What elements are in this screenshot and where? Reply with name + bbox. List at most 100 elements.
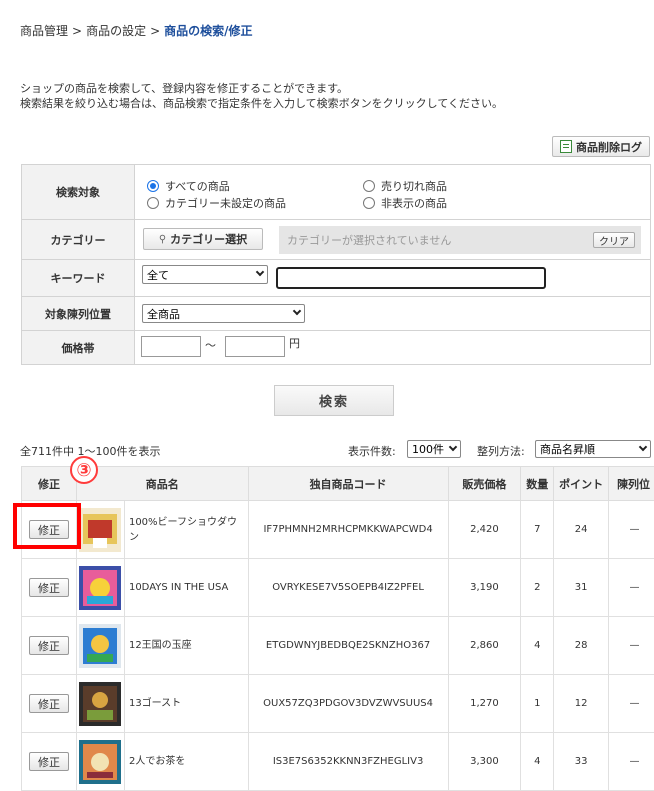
header-product-code[interactable]: 独自商品コード <box>248 467 448 501</box>
keyword-scope-value: 全て <box>147 267 169 283</box>
category-label: カテゴリー <box>22 220 135 260</box>
product-points: 33 <box>554 733 609 791</box>
product-code: OUX57ZQ3PDGOV3DVZWVSUUS4 <box>248 675 448 733</box>
edit-button[interactable]: 修正 <box>29 578 69 597</box>
header-display-position[interactable]: 陳列位 <box>609 467 654 501</box>
product-name[interactable]: 13ゴースト <box>124 675 248 733</box>
table-row: 修正 12王国の玉座 ETGDWNYJBEDBQE2SKNZHO367 2,86… <box>22 617 654 675</box>
table-row: 修正 100%ビーフショウダウン IF7PHMNH2MRHCPMKKWAPCWD… <box>22 501 654 559</box>
product-quantity: 7 <box>521 501 554 559</box>
header-quantity[interactable]: 数量 <box>521 467 554 501</box>
results-header-row: 修正 商品名 独自商品コード 販売価格 数量 ポイント 陳列位 <box>22 467 654 501</box>
log-icon <box>560 140 572 153</box>
display-count-select[interactable]: 100件 <box>407 440 461 458</box>
table-row: 修正 10DAYS IN THE USA OVRYKESE7V5SOEPB4IZ… <box>22 559 654 617</box>
product-thumbnail[interactable] <box>79 508 121 552</box>
keyword-input[interactable] <box>276 267 546 289</box>
delete-log-label: 商品削除ログ <box>576 139 642 155</box>
search-target-label: 検索対象 <box>22 165 135 220</box>
product-points: 12 <box>554 675 609 733</box>
product-code: OVRYKESE7V5SOEPB4IZ2PFEL <box>248 559 448 617</box>
product-thumbnail[interactable] <box>79 566 121 610</box>
product-thumbnail[interactable] <box>79 624 121 668</box>
radio-uncategorized[interactable]: カテゴリー未設定の商品 <box>147 195 286 211</box>
results-table: 修正 商品名 独自商品コード 販売価格 数量 ポイント 陳列位 修正 100%ビ… <box>21 466 654 791</box>
product-name[interactable]: 10DAYS IN THE USA <box>124 559 248 617</box>
price-range-label: 価格帯 <box>22 331 135 365</box>
radio-dot[interactable] <box>363 180 375 192</box>
chevron-down-icon <box>293 307 301 315</box>
display-position-value: — <box>609 733 654 791</box>
radio-all-products[interactable]: すべての商品 <box>147 178 230 194</box>
price-min-input[interactable] <box>141 336 201 357</box>
edit-button[interactable]: 修正 <box>29 636 69 655</box>
product-name[interactable]: 2人でお茶を <box>124 733 248 791</box>
product-points: 28 <box>554 617 609 675</box>
edit-button[interactable]: 修正 <box>29 752 69 771</box>
header-edit: 修正 <box>22 467 77 501</box>
radio-sold-out[interactable]: 売り切れ商品 <box>363 178 447 194</box>
category-icon: ⚲ <box>159 234 166 245</box>
radio-dot[interactable] <box>147 180 159 192</box>
product-code: IS3E7S6352KKNN3FZHEGLIV3 <box>248 733 448 791</box>
header-price[interactable]: 販売価格 <box>448 467 521 501</box>
category-clear-button[interactable]: クリア <box>593 232 635 248</box>
radio-dot[interactable] <box>147 197 159 209</box>
display-position-value: — <box>609 617 654 675</box>
product-thumbnail[interactable] <box>79 682 121 726</box>
keyword-scope-select[interactable]: 全て <box>142 265 268 284</box>
description-line-2: 検索結果を絞り込む場合は、商品検索で指定条件を入力して検索ボタンをクリックしてく… <box>20 96 503 111</box>
product-code: ETGDWNYJBEDBQE2SKNZHO367 <box>248 617 448 675</box>
product-points: 24 <box>554 501 609 559</box>
chevron-down-icon <box>639 443 647 451</box>
edit-button[interactable]: 修正 <box>29 694 69 713</box>
table-row: 修正 2人でお茶を IS3E7S6352KKNN3FZHEGLIV3 3,300… <box>22 733 654 791</box>
step-number-badge: ③ <box>70 456 98 484</box>
chevron-down-icon <box>449 443 457 451</box>
search-target-radios: すべての商品 売り切れ商品 カテゴリー未設定の商品 非表示の商品 <box>135 165 650 219</box>
display-position-value: — <box>609 675 654 733</box>
breadcrumb-item-product-management[interactable]: 商品管理 <box>20 24 68 38</box>
search-button[interactable]: 検索 <box>274 385 394 416</box>
product-price: 3,300 <box>448 733 521 791</box>
radio-dot[interactable] <box>363 197 375 209</box>
radio-label: すべての商品 <box>165 178 230 194</box>
radio-label: 非表示の商品 <box>381 195 447 211</box>
header-product-name[interactable]: 商品名 <box>76 467 248 501</box>
price-unit: 円 <box>289 335 300 351</box>
breadcrumb-current: 商品の検索/修正 <box>164 24 252 38</box>
product-name[interactable]: 12王国の玉座 <box>124 617 248 675</box>
breadcrumb-separator: > <box>150 24 160 38</box>
radio-label: カテゴリー未設定の商品 <box>165 195 286 211</box>
product-name[interactable]: 100%ビーフショウダウン <box>124 501 248 559</box>
display-position-select[interactable]: 全商品 <box>142 304 305 323</box>
product-delete-log-button[interactable]: 商品削除ログ <box>552 136 650 157</box>
description-line-1: ショップの商品を検索して、登録内容を修正することができます。 <box>20 81 503 96</box>
price-range-separator: 〜 <box>205 337 216 353</box>
product-thumbnail[interactable] <box>79 740 121 784</box>
radio-hidden[interactable]: 非表示の商品 <box>363 195 447 211</box>
product-code: IF7PHMNH2MRHCPMKKWAPCWD4 <box>248 501 448 559</box>
highlight-box <box>13 503 81 549</box>
page-description: ショップの商品を検索して、登録内容を修正することができます。 検索結果を絞り込む… <box>20 81 503 111</box>
category-placeholder: カテゴリーが選択されていません <box>287 232 451 248</box>
display-position-value: — <box>609 559 654 617</box>
table-row: 修正 13ゴースト OUX57ZQ3PDGOV3DVZWVSUUS4 1,270… <box>22 675 654 733</box>
sort-select[interactable]: 商品名昇順 <box>535 440 651 458</box>
price-max-input[interactable] <box>225 336 285 357</box>
breadcrumb-item-product-settings[interactable]: 商品の設定 <box>86 24 146 38</box>
product-price: 1,270 <box>448 675 521 733</box>
radio-label: 売り切れ商品 <box>381 178 447 194</box>
display-position-value: 全商品 <box>147 306 180 322</box>
product-quantity: 4 <box>521 733 554 791</box>
product-price: 2,420 <box>448 501 521 559</box>
keyword-label: キーワード <box>22 260 135 297</box>
product-points: 31 <box>554 559 609 617</box>
category-display-field: カテゴリーが選択されていません クリア <box>279 226 641 254</box>
header-points[interactable]: ポイント <box>554 467 609 501</box>
category-select-button[interactable]: ⚲ カテゴリー選択 <box>143 228 263 250</box>
product-quantity: 2 <box>521 559 554 617</box>
product-quantity: 1 <box>521 675 554 733</box>
product-price: 3,190 <box>448 559 521 617</box>
display-count-value: 100件 <box>412 441 444 457</box>
